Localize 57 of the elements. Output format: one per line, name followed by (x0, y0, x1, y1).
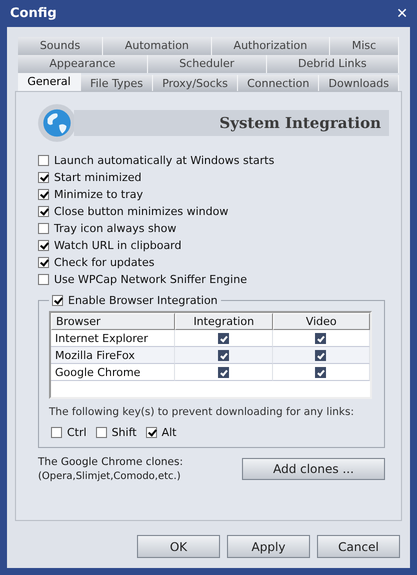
tab[interactable]: Proxy/Socks (153, 75, 238, 91)
tab[interactable]: Scheduler (148, 55, 267, 73)
tab[interactable]: Authorization (212, 37, 330, 55)
option-label: Launch automatically at Windows starts (54, 154, 274, 167)
add-clones-button[interactable]: Add clones ... (242, 458, 385, 480)
option-label: Close button minimizes window (54, 205, 228, 218)
dialog-button[interactable]: Cancel (317, 535, 400, 558)
clones-note: (Opera,Slimjet,Comodo,etc.) (38, 471, 182, 482)
tab[interactable]: Debrid Links (266, 55, 399, 73)
tab[interactable]: Sounds (18, 37, 104, 55)
column-header[interactable]: Video (272, 313, 370, 330)
checkbox[interactable] (218, 366, 229, 378)
table-cell: Google Chrome (51, 364, 175, 381)
key-label: Alt (162, 426, 176, 439)
tab[interactable]: Misc (330, 37, 400, 55)
checkbox[interactable] (315, 366, 326, 378)
column-header[interactable]: Integration (175, 313, 272, 330)
option-label: Minimize to tray (54, 188, 144, 201)
column-header[interactable]: Browser (51, 313, 175, 330)
checkbox[interactable] (315, 332, 326, 344)
checkbox[interactable] (38, 240, 49, 251)
checkbox[interactable] (146, 427, 157, 438)
checkbox[interactable] (38, 206, 49, 217)
dialog-button[interactable]: Apply (227, 535, 310, 558)
tab[interactable]: Connection (238, 75, 320, 91)
tab[interactable]: Downloads (319, 75, 400, 91)
group-label: Enable Browser Integration (68, 294, 218, 307)
checkbox[interactable] (38, 223, 49, 234)
checkbox[interactable] (51, 427, 62, 438)
tab[interactable]: File Types (81, 75, 154, 91)
checkbox[interactable] (218, 332, 229, 344)
table-cell: Mozilla FireFox (51, 347, 175, 364)
checkbox[interactable] (38, 274, 49, 285)
tab[interactable]: Automation (103, 37, 212, 55)
key-label: Shift (112, 426, 137, 439)
checkbox[interactable] (315, 350, 326, 360)
dialog-button[interactable]: OK (137, 535, 220, 558)
option-label: Tray icon always show (54, 222, 176, 235)
checkbox[interactable] (52, 295, 63, 306)
checkbox[interactable] (38, 172, 49, 183)
checkbox[interactable] (38, 155, 49, 166)
option-label: Watch URL in clipboard (54, 239, 182, 252)
checkbox[interactable] (38, 257, 49, 268)
clones-label: The Google Chrome clones: (38, 456, 183, 468)
close-icon[interactable]: ✕ (396, 6, 410, 22)
option-label: Check for updates (54, 256, 154, 269)
key-label: Ctrl (67, 426, 87, 439)
tab[interactable]: Appearance (18, 55, 148, 73)
option-label: Start minimized (54, 171, 142, 184)
tab[interactable]: General (18, 73, 81, 93)
keys-label: The following key(s) to prevent downloading for any links: (49, 406, 356, 418)
checkbox[interactable] (38, 189, 49, 200)
checkbox[interactable] (96, 427, 107, 438)
option-label: Use WPCap Network Sniffer Engine (54, 273, 247, 286)
section-header: System Integration (74, 110, 389, 136)
window-title: Config (9, 6, 57, 21)
checkbox[interactable] (218, 350, 229, 360)
